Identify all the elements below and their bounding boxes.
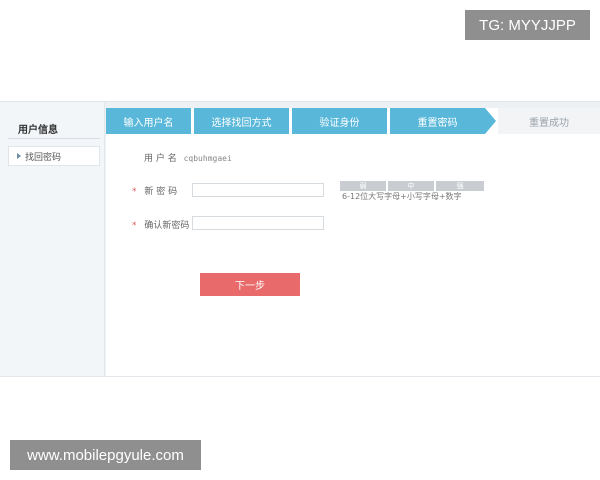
step-progress-bar: 输入用户名 选择找回方式 验证身份 重置密码 重置成功 xyxy=(106,108,600,134)
sidebar-title: 用户信息 xyxy=(18,125,58,136)
step-verify-identity: 验证身份 xyxy=(292,108,387,134)
watermark-tg: TG: MYYJJPP xyxy=(465,10,590,40)
password-reset-panel: 用户信息 找回密码 输入用户名 选择找回方式 验证身份 重置密码 重置成功 用 … xyxy=(0,101,600,377)
confirm-password-input[interactable] xyxy=(192,216,324,230)
caret-right-icon xyxy=(17,153,21,159)
next-step-button[interactable]: 下一步 xyxy=(200,273,300,296)
confirm-password-label-row: * 确认新密码 xyxy=(132,218,189,231)
main-content: 输入用户名 选择找回方式 验证身份 重置密码 重置成功 用 户 名 cqbuhm… xyxy=(106,108,600,376)
watermark-site: www.mobilepgyule.com xyxy=(10,440,201,470)
step-arrow-current xyxy=(485,108,496,134)
confirm-password-label: 确认新密码 xyxy=(144,221,190,231)
username-label: 用 户 名 xyxy=(144,154,177,164)
required-mark: * xyxy=(132,187,137,197)
step-choose-method: 选择找回方式 xyxy=(194,108,289,134)
step-reset-password: 重置密码 xyxy=(390,108,485,134)
required-mark: * xyxy=(132,221,137,231)
step-reset-success: 重置成功 xyxy=(498,108,600,134)
username-row: 用 户 名 cqbuhmgaei xyxy=(144,151,232,164)
sidebar-item-label: 找回密码 xyxy=(25,152,62,163)
step-enter-username: 输入用户名 xyxy=(106,108,191,134)
sidebar-item-find-password[interactable]: 找回密码 xyxy=(8,146,100,166)
strength-strong: 强 xyxy=(436,181,484,191)
strength-weak: 弱 xyxy=(340,181,386,191)
new-password-label-row: * 新 密 码 xyxy=(132,184,177,197)
password-hint: 6-12位大写字母+小写字母+数字 xyxy=(342,192,462,201)
sidebar: 用户信息 找回密码 xyxy=(0,102,105,376)
new-password-input[interactable] xyxy=(192,183,324,197)
strength-medium: 中 xyxy=(388,181,434,191)
username-value: cqbuhmgaei xyxy=(183,154,232,163)
sidebar-divider xyxy=(8,138,100,139)
new-password-label: 新 密 码 xyxy=(144,187,178,197)
